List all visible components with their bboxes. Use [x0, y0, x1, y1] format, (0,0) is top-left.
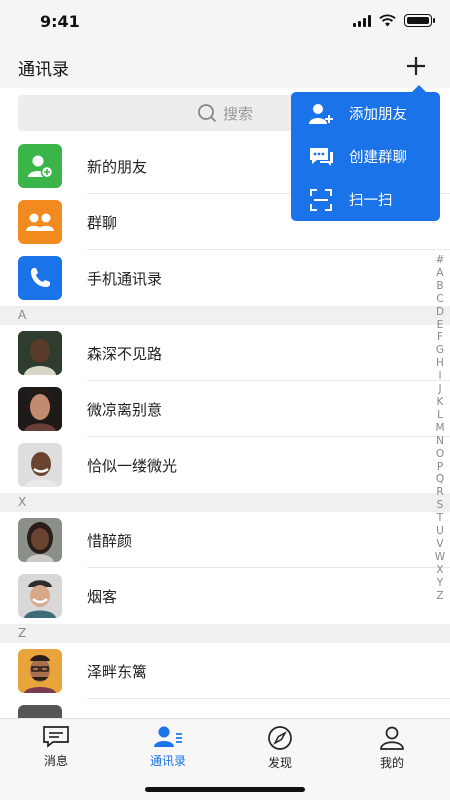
- tab-label: 通讯录: [149, 754, 186, 768]
- message-icon: [43, 726, 69, 748]
- index-letter[interactable]: Z: [436, 590, 443, 603]
- contacts-icon: [154, 726, 182, 747]
- status-bar: 9:41: [0, 0, 450, 44]
- index-letter[interactable]: S: [437, 499, 444, 512]
- contact-row[interactable]: 惜醉颜: [0, 512, 450, 568]
- menu-item-label: 创建群聊: [349, 150, 407, 166]
- avatar: [18, 574, 62, 618]
- avatar: [18, 705, 62, 718]
- compass-icon: [268, 726, 292, 750]
- battery-icon: [404, 14, 435, 27]
- menu-item-label: 添加朋友: [349, 107, 407, 123]
- index-letter[interactable]: O: [436, 448, 444, 461]
- menu-item-scan[interactable]: 扫一扫: [291, 178, 440, 221]
- index-letter[interactable]: W: [435, 551, 445, 564]
- index-letter[interactable]: H: [436, 357, 444, 370]
- status-time: 9:41: [40, 12, 80, 31]
- tab-messages[interactable]: 消息: [0, 725, 112, 771]
- index-letter[interactable]: Q: [436, 473, 444, 486]
- search-placeholder: 搜索: [222, 104, 253, 123]
- add-popup-menu: 添加朋友 创建群聊 扫一扫: [291, 85, 440, 221]
- avatar: [18, 331, 62, 375]
- index-letter[interactable]: G: [436, 344, 444, 357]
- index-letter[interactable]: X: [436, 564, 443, 577]
- contact-row[interactable]: 泽畔东篱: [0, 643, 450, 699]
- index-letter[interactable]: V: [436, 538, 443, 551]
- tab-bar: 消息 通讯录 发现 我的: [0, 718, 450, 800]
- profile-icon: [380, 726, 404, 750]
- index-letter[interactable]: #: [436, 254, 445, 267]
- section-header: A: [0, 306, 450, 325]
- signal-icon: [353, 14, 371, 27]
- avatar: [18, 518, 62, 562]
- index-letter[interactable]: C: [436, 293, 443, 306]
- index-letter[interactable]: M: [435, 422, 444, 435]
- index-letter[interactable]: N: [436, 435, 444, 448]
- add-button[interactable]: [402, 52, 430, 80]
- page-title: 通讯录: [18, 60, 69, 80]
- index-letter[interactable]: P: [437, 461, 443, 474]
- tab-label: 消息: [43, 754, 68, 768]
- contact-row[interactable]: 恰似一缕微光: [0, 437, 450, 493]
- search-icon: [198, 104, 217, 123]
- status-icons: [353, 14, 435, 27]
- tab-label: 我的: [379, 756, 404, 770]
- index-letter[interactable]: D: [436, 306, 444, 319]
- index-letter[interactable]: J: [438, 383, 441, 396]
- group-chat-icon: [18, 200, 62, 244]
- index-letter[interactable]: E: [437, 319, 444, 332]
- section-header: X: [0, 493, 450, 512]
- contact-name: 微凉离别意: [87, 400, 163, 419]
- alphabet-index[interactable]: # A B C D E F G H I J K L M N O P Q R S T U V W X Y Z: [434, 254, 446, 602]
- wifi-icon: [379, 14, 396, 27]
- add-friend-icon: [18, 144, 62, 188]
- contact-name: 泽畔东篱: [87, 662, 148, 681]
- index-letter[interactable]: R: [436, 486, 443, 499]
- entry-label: 群聊: [87, 213, 118, 232]
- entry-label: 手机通讯录: [87, 269, 163, 288]
- tab-contacts[interactable]: 通讯录: [112, 725, 224, 771]
- index-letter[interactable]: F: [437, 331, 443, 344]
- scan-icon: [308, 187, 334, 213]
- contact-row-partial[interactable]: [0, 699, 450, 718]
- contact-name: 惜醉颜: [87, 531, 133, 550]
- avatar: [18, 649, 62, 693]
- menu-item-label: 扫一扫: [349, 193, 393, 209]
- plus-icon: [407, 57, 425, 75]
- entry-label: 新的朋友: [87, 157, 148, 176]
- index-letter[interactable]: T: [437, 512, 443, 525]
- index-letter[interactable]: I: [438, 370, 441, 383]
- phone-contacts-item[interactable]: 手机通讯录: [0, 250, 450, 306]
- header: 通讯录: [0, 44, 450, 88]
- contact-row[interactable]: 微凉离别意: [0, 381, 450, 437]
- home-indicator: [145, 787, 305, 792]
- index-letter[interactable]: B: [436, 280, 443, 293]
- tab-me[interactable]: 我的: [336, 725, 448, 771]
- tab-discover[interactable]: 发现: [224, 725, 336, 771]
- contact-name: 森深不见路: [87, 344, 163, 363]
- avatar: [18, 443, 62, 487]
- menu-item-add-friend[interactable]: 添加朋友: [291, 92, 440, 135]
- menu-item-create-group[interactable]: 创建群聊: [291, 135, 440, 178]
- chat-bubble-icon: [308, 144, 334, 170]
- phone-icon: [18, 256, 62, 300]
- index-letter[interactable]: Y: [437, 577, 443, 590]
- add-user-icon: [308, 101, 334, 127]
- index-letter[interactable]: K: [437, 396, 444, 409]
- section-header: Z: [0, 624, 450, 643]
- index-letter[interactable]: A: [436, 267, 443, 280]
- contact-row[interactable]: 烟客: [0, 568, 450, 624]
- avatar: [18, 387, 62, 431]
- tab-label: 发现: [267, 756, 292, 770]
- contact-name: 恰似一缕微光: [87, 456, 178, 475]
- contact-row[interactable]: 森深不见路: [0, 325, 450, 381]
- index-letter[interactable]: L: [437, 409, 443, 422]
- index-letter[interactable]: U: [436, 525, 444, 538]
- contact-name: 烟客: [87, 587, 118, 606]
